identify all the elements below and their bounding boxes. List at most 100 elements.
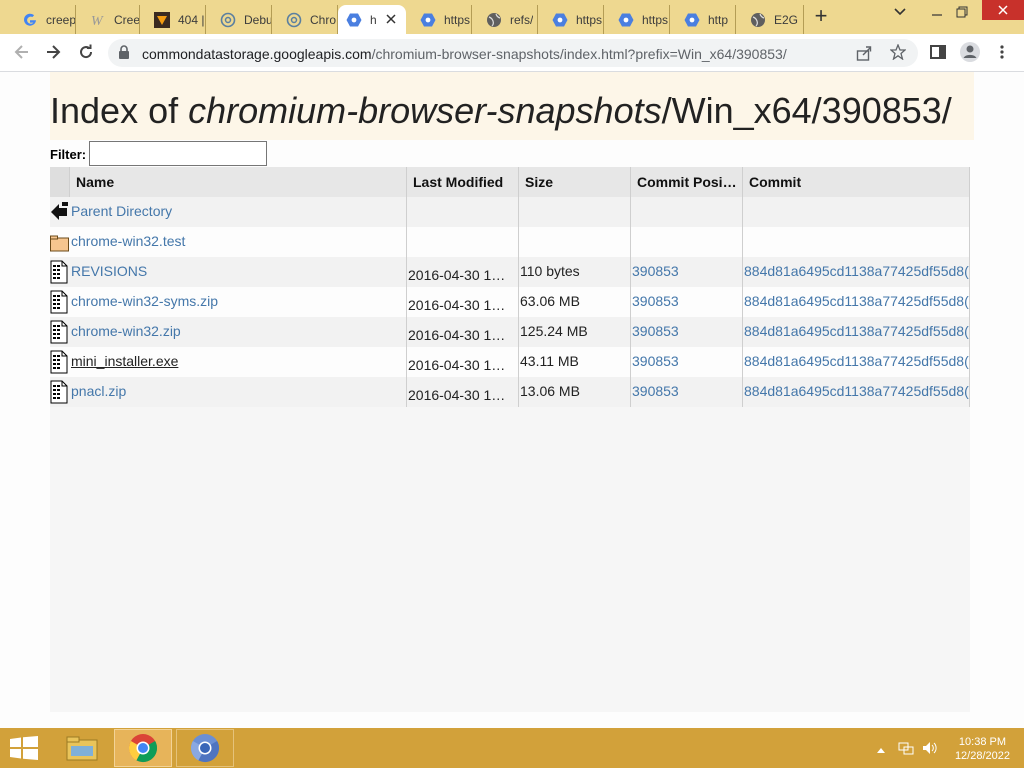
file-name-link[interactable]: REVISIONS: [71, 263, 147, 279]
start-button[interactable]: [8, 729, 40, 767]
network-icon: [898, 742, 914, 755]
browser-tab[interactable]: Debu: [206, 5, 272, 34]
url-host: commondatastorage.googleapis.com: [142, 46, 372, 62]
globe-icon: [750, 12, 766, 28]
commit-hash-link[interactable]: 884d81a6495cd1138a77425df55d8(: [744, 263, 969, 279]
page-title: Index of chromium-browser-snapshots/Win_…: [50, 90, 952, 132]
column-header[interactable]: Name: [70, 167, 407, 197]
bookmark-star-button[interactable]: [889, 43, 907, 65]
tab-title: https: [642, 12, 669, 27]
file-name-link[interactable]: Parent Directory: [71, 203, 172, 219]
last-modified-cell: 2016-04-30 1…: [408, 267, 506, 283]
chevron-up-icon: [877, 748, 885, 753]
filter-input[interactable]: [89, 141, 267, 166]
size-cell: 13.06 MB: [520, 383, 580, 399]
last-modified-cell-column: [407, 227, 519, 257]
browser-tab[interactable]: E2G: [736, 5, 804, 34]
commit-hash-column: 884d81a6495cd1138a77425df55d8(: [743, 377, 970, 407]
browser-tab[interactable]: refs/: [472, 5, 538, 34]
browser-tab[interactable]: W Creep: [76, 5, 140, 34]
browser-tab[interactable]: h: [338, 5, 406, 34]
size-cell-column: 110 bytes: [519, 257, 631, 287]
browser-tab[interactable]: https: [538, 5, 604, 34]
tab-close-icon[interactable]: [386, 11, 396, 27]
filter-label: Filter:: [50, 147, 87, 162]
new-tab-button[interactable]: +: [810, 5, 832, 28]
taskbar: 10:38 PM 12/28/2022: [0, 728, 1024, 768]
volume-tray-button[interactable]: [922, 740, 938, 761]
windows-logo-icon: [10, 736, 38, 760]
reload-button[interactable]: [74, 40, 98, 64]
commit-position-column: 390853: [631, 287, 743, 317]
table-empty-area: [50, 407, 970, 712]
file-icon: [50, 260, 69, 284]
url-text[interactable]: commondatastorage.googleapis.com/chromiu…: [142, 46, 787, 62]
commit-hash-link[interactable]: 884d81a6495cd1138a77425df55d8(: [744, 323, 969, 339]
profile-button[interactable]: [958, 40, 982, 64]
column-header[interactable]: Size: [519, 167, 631, 197]
file-name-link[interactable]: chrome-win32.zip: [71, 323, 181, 339]
clock-date: 12/28/2022: [954, 750, 1010, 762]
taskbar-file-explorer[interactable]: [54, 729, 110, 767]
taskbar-chrome-active[interactable]: [114, 729, 172, 767]
tray-clock[interactable]: 10:38 PM 12/28/2022: [955, 735, 1010, 763]
tray-overflow-button[interactable]: [876, 742, 886, 760]
side-panel-button[interactable]: [926, 40, 950, 64]
size-cell-column: 43.11 MB: [519, 347, 631, 377]
size-cell-column: [519, 197, 631, 227]
google-icon: [22, 12, 38, 28]
size-cell-column: [519, 227, 631, 257]
w-icon: W: [90, 12, 106, 28]
commit-position-link[interactable]: 390853: [632, 263, 679, 279]
taskbar-chromium[interactable]: [176, 729, 234, 767]
commit-position-link[interactable]: 390853: [632, 323, 679, 339]
table-row: mini_installer.exe 2016-04-30 1… 43.11 MB 3…: [50, 347, 970, 377]
file-name-link[interactable]: chrome-win32.test: [71, 233, 185, 249]
network-tray-button[interactable]: [898, 740, 914, 761]
browser-tab[interactable]: http: [670, 5, 736, 34]
table-row: pnacl.zip 2016-04-30 1… 13.06 MB 390853 884d…: [50, 377, 970, 407]
close-window-button[interactable]: [982, 0, 1024, 20]
column-header[interactable]: Last Modified: [407, 167, 519, 197]
share-icon: [856, 46, 872, 61]
commit-hash-link[interactable]: 884d81a6495cd1138a77425df55d8(: [744, 293, 969, 309]
folder-icon: [66, 736, 98, 761]
tab-title: https: [444, 12, 471, 27]
file-name-column: chrome-win32-syms.zip: [70, 287, 407, 317]
file-name-link[interactable]: chrome-win32-syms.zip: [71, 293, 218, 309]
browser-tab[interactable]: 404 |: [140, 5, 206, 34]
browser-tab[interactable]: creep: [8, 5, 76, 34]
browser-tab[interactable]: https: [406, 5, 472, 34]
share-button[interactable]: [856, 45, 872, 66]
commit-position-column: [631, 197, 743, 227]
last-modified-cell-column: 2016-04-30 1…: [407, 347, 519, 377]
forward-button[interactable]: [41, 40, 65, 64]
lock-icon[interactable]: [118, 45, 130, 59]
file-name-link[interactable]: pnacl.zip: [71, 383, 126, 399]
restore-button[interactable]: [947, 0, 977, 24]
tab-search-button[interactable]: [885, 0, 915, 24]
browser-tab[interactable]: https: [604, 5, 670, 34]
commit-hash-column: [743, 197, 970, 227]
commit-position-column: 390853: [631, 257, 743, 287]
back-button[interactable]: [10, 40, 34, 64]
minimize-icon: [932, 14, 942, 16]
last-modified-cell-column: 2016-04-30 1…: [407, 257, 519, 287]
commit-position-link[interactable]: 390853: [632, 353, 679, 369]
address-bar[interactable]: commondatastorage.googleapis.com/chromiu…: [108, 39, 918, 67]
commit-position-link[interactable]: 390853: [632, 383, 679, 399]
commit-position-column: 390853: [631, 377, 743, 407]
commit-hash-link[interactable]: 884d81a6495cd1138a77425df55d8(: [744, 353, 969, 369]
back-arrow-icon: [14, 45, 28, 59]
file-name-link[interactable]: mini_installer.exe: [71, 353, 178, 369]
column-header[interactable]: Commit: [743, 167, 970, 197]
svg-text:W: W: [91, 14, 104, 28]
table-row: chrome-win32.zip 2016-04-30 1… 125.24 MB 39…: [50, 317, 970, 347]
browser-tab[interactable]: Chro: [272, 5, 338, 34]
title-prefix: Index of: [50, 90, 189, 131]
menu-button[interactable]: [990, 40, 1014, 64]
commit-position-link[interactable]: 390853: [632, 293, 679, 309]
column-header[interactable]: Commit Posi…: [631, 167, 743, 197]
commit-hash-link[interactable]: 884d81a6495cd1138a77425df55d8(: [744, 383, 969, 399]
file-icon: [50, 350, 69, 374]
